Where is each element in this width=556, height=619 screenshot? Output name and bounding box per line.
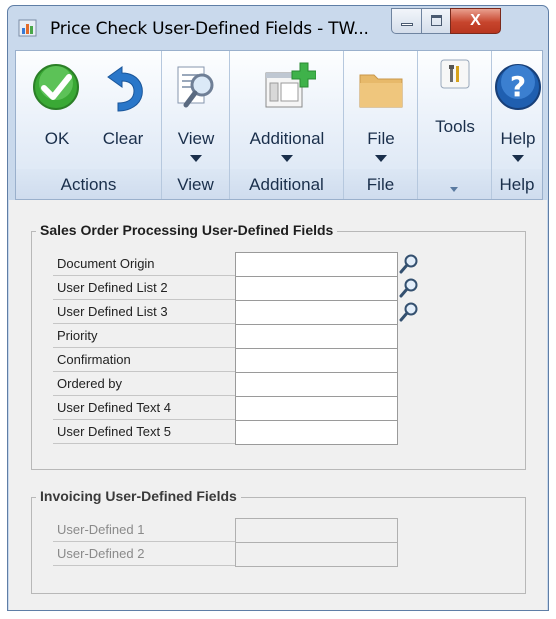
clear-button-label: Clear [102,129,144,148]
invoicing-field-input [235,542,398,567]
window-title: Price Check User-Defined Fields - TW... [50,19,369,39]
ribbon-group-label-view: View [177,175,214,194]
sop-field-row: Document Origin [53,252,425,277]
file-button-label: File [367,129,395,148]
additional-button[interactable]: Additional [234,59,340,167]
sop-field-label: Priority [53,324,235,348]
ribbon-group-additional: Additional Additional [230,51,344,199]
maximize-button[interactable] [421,8,451,34]
ribbon-group-label-actions: Actions [60,175,117,194]
ribbon-group-actions: OK Clear Actions [16,51,162,199]
view-button[interactable]: View [166,59,226,167]
ok-button[interactable]: OK [28,59,86,159]
help-dropdown-icon [512,155,524,162]
sop-field-input[interactable] [235,372,398,397]
ribbon-group-view: View View [162,51,230,199]
ribbon-group-help: ? Help Help [492,51,542,199]
sop-field-input[interactable] [235,324,398,349]
minimize-icon [401,23,413,26]
sop-field-input[interactable] [235,420,398,445]
view-button-label: View [177,129,215,148]
ribbon-group-label-help: Help [499,175,535,194]
sop-field-label: User Defined Text 4 [53,396,235,420]
invoicing-field-row: User-Defined 1 [53,518,399,543]
view-dropdown-icon [190,155,202,162]
sop-field-input[interactable] [235,276,398,301]
invoicing-field-label: User-Defined 1 [53,518,235,542]
sop-field-row: Ordered by [53,372,425,397]
sop-field-row: User Defined Text 5 [53,420,425,445]
lookup-icon[interactable] [399,278,419,298]
sop-field-label: User Defined List 2 [53,276,235,300]
sop-field-label: Confirmation [53,348,235,372]
undo-arrow-icon [107,66,143,112]
help-icon: ? [495,64,541,110]
sop-field-input[interactable] [235,252,398,277]
lookup-icon[interactable] [399,254,419,274]
ribbon: OK Clear Actions View View Additional Ad… [15,50,543,200]
lookup-icon[interactable] [399,302,419,322]
help-button[interactable]: ? Help [494,59,542,167]
title-bar[interactable]: Price Check User-Defined Fields - TW... … [8,6,548,50]
clear-button[interactable]: Clear [92,59,154,159]
ribbon-group-label-additional: Additional [249,175,324,194]
sop-field-label: Ordered by [53,372,235,396]
file-button[interactable]: File [348,59,414,167]
sop-group-title: Sales Order Processing User-Defined Fiel… [36,222,338,238]
maximize-icon [431,15,442,26]
ribbon-group-tools: Tools [418,51,492,199]
sop-field-row: User Defined Text 4 [53,396,425,421]
magnify-document-icon [177,66,214,108]
sop-field-row: Priority [53,324,425,349]
sop-field-row: User Defined List 3 [53,300,425,325]
sop-field-label: Document Origin [53,252,235,276]
sop-field-row: Confirmation [53,348,425,373]
check-icon [33,64,79,110]
invoicing-group-title: Invoicing User-Defined Fields [36,488,241,504]
invoicing-field-row: User-Defined 2 [53,542,399,567]
close-button[interactable]: X [450,8,501,34]
add-window-icon [265,62,316,108]
folder-icon [359,74,403,108]
sop-field-row: User Defined List 2 [53,276,425,301]
tools-icon [440,59,470,89]
ribbon-group-label-file: File [366,175,395,194]
invoicing-field-input [235,518,398,543]
window: Price Check User-Defined Fields - TW... … [7,5,549,611]
additional-button-label: Additional [249,129,325,148]
tools-button[interactable]: Tools [422,57,488,137]
sop-field-label: User Defined Text 5 [53,420,235,444]
ok-button-label: OK [44,129,70,148]
help-button-label: Help [500,129,536,148]
app-icon [18,19,37,37]
ribbon-group-file: File File [344,51,418,199]
svg-text:?: ? [510,70,526,103]
tools-button-label: Tools [435,117,475,136]
file-dropdown-icon [375,155,387,162]
form-body: Sales Order Processing User-Defined Fiel… [9,200,547,610]
minimize-button[interactable] [391,8,422,34]
additional-dropdown-icon [281,155,293,162]
invoicing-field-label: User-Defined 2 [53,542,235,566]
sop-field-input[interactable] [235,348,398,373]
sop-field-label: User Defined List 3 [53,300,235,324]
close-icon: X [470,12,481,29]
tools-group-expand-icon[interactable] [450,187,458,192]
sop-field-input[interactable] [235,300,398,325]
sop-field-input[interactable] [235,396,398,421]
